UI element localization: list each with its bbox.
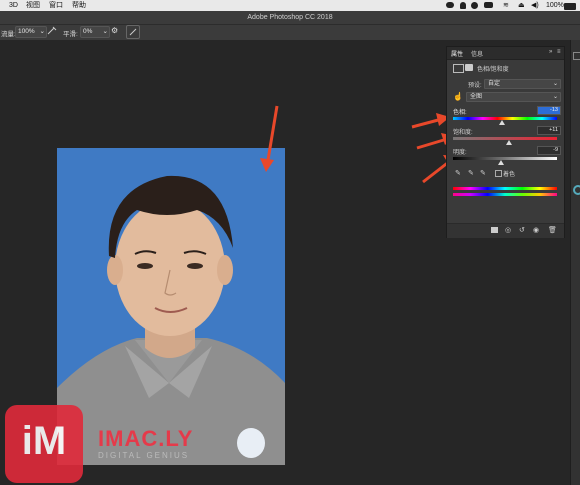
flow-label: 流量: xyxy=(1,31,16,38)
adjustment-layer-icon xyxy=(453,64,464,73)
saturation-label: 饱和度: xyxy=(453,130,473,136)
lightness-slider-thumb[interactable] xyxy=(497,160,504,165)
tab-info[interactable]: 信息 xyxy=(471,49,483,58)
panel-title: 色相/饱和度 xyxy=(477,67,509,73)
annotation-arrow-1 xyxy=(260,105,279,172)
flow-select[interactable]: 100% ⌄ xyxy=(15,26,47,38)
collapse-icon[interactable]: » xyxy=(549,49,552,55)
preset-value: 自定 xyxy=(488,81,501,87)
menu-3d[interactable]: 3D xyxy=(9,0,18,11)
airbrush-icon[interactable] xyxy=(46,26,58,36)
mask-icon[interactable] xyxy=(465,64,473,71)
cloud-icon[interactable] xyxy=(484,2,493,8)
flow-value: 100% xyxy=(18,28,35,35)
imac-logo-icon: iM xyxy=(5,405,83,483)
chevron-down-icon: ⌄ xyxy=(102,28,108,35)
panel-footer: ◎ ↺ ◉ 🗑 xyxy=(447,223,564,238)
color-wheel-icon[interactable] xyxy=(573,185,580,195)
wifi-icon[interactable]: ≋ xyxy=(503,0,509,11)
channel-select[interactable]: 全图 ⌄ xyxy=(466,92,561,102)
hue-value-field[interactable]: -13 xyxy=(537,106,561,115)
menu-window[interactable]: 窗口 xyxy=(49,0,63,11)
watermark-tagline: DIGITAL GENIUS xyxy=(98,451,190,460)
properties-panel: 属性 信息 » ≡ 色相/饱和度 预设: 自定 ⌄ ☝ 全图 ⌄ 色相: -13… xyxy=(446,46,565,238)
wechat-icon[interactable] xyxy=(446,2,454,8)
panel-tabs: 属性 信息 » ≡ xyxy=(447,47,564,60)
app-title-bar: Adobe Photoshop CC 2018 xyxy=(0,11,580,24)
menu-view[interactable]: 视图 xyxy=(26,0,40,11)
hue-slider[interactable] xyxy=(453,117,557,120)
volume-icon[interactable]: ◀) xyxy=(531,0,539,11)
colorize-label: 着色 xyxy=(503,172,516,178)
app-title: Adobe Photoshop CC 2018 xyxy=(247,14,333,21)
preset-label: 预设: xyxy=(468,83,482,89)
battery-icon[interactable] xyxy=(564,3,576,10)
panel-toggle-icon[interactable] xyxy=(573,52,580,60)
logo-text: iM xyxy=(21,419,67,463)
hue-bar-output xyxy=(453,193,557,196)
document-image[interactable] xyxy=(57,148,285,465)
sticker-image xyxy=(237,428,265,458)
panel-menu-icon[interactable]: ≡ xyxy=(557,49,561,55)
lightness-label: 明度: xyxy=(453,150,467,156)
chevron-down-icon: ⌄ xyxy=(552,94,558,100)
saturation-slider[interactable] xyxy=(453,137,557,140)
hue-bar-input xyxy=(453,187,557,190)
watermark: iM xyxy=(0,400,90,485)
status-icon[interactable] xyxy=(471,2,478,9)
colorize-checkbox[interactable] xyxy=(495,170,502,177)
qq-icon[interactable] xyxy=(460,2,466,9)
clip-to-layer-icon[interactable] xyxy=(491,227,498,233)
chevron-down-icon: ⌄ xyxy=(552,81,558,87)
menu-bar: 3D 视图 窗口 帮助 ≋ ⏏ ◀) 100% xyxy=(0,0,580,11)
eject-icon[interactable]: ⏏ xyxy=(518,0,525,11)
eyedropper-plus-icon[interactable]: ✎ xyxy=(468,169,474,177)
menu-help[interactable]: 帮助 xyxy=(72,0,86,11)
visibility-icon[interactable]: ◉ xyxy=(533,226,539,234)
view-previous-icon[interactable]: ◎ xyxy=(505,226,511,234)
preset-select[interactable]: 自定 ⌄ xyxy=(484,79,561,89)
hand-tool-icon[interactable]: ☝ xyxy=(453,92,463,101)
battery-percent: 100% xyxy=(546,2,564,9)
trash-icon[interactable]: 🗑 xyxy=(548,226,557,234)
pressure-icon[interactable] xyxy=(126,25,140,39)
hue-slider-thumb[interactable] xyxy=(498,120,505,125)
options-bar: 流量: 100% ⌄ 平滑: 0% ⌄ ⚙ xyxy=(0,24,580,41)
reset-icon[interactable]: ↺ xyxy=(519,226,525,234)
chevron-down-icon: ⌄ xyxy=(39,28,45,35)
hue-label: 色相: xyxy=(453,110,467,116)
channel-value: 全图 xyxy=(470,94,483,100)
annotation-arrow-2 xyxy=(411,113,450,129)
saturation-slider-thumb[interactable] xyxy=(506,140,513,145)
lightness-value-field[interactable]: -9 xyxy=(537,146,561,155)
smoothing-select[interactable]: 0% ⌄ xyxy=(80,26,110,38)
gear-icon[interactable]: ⚙ xyxy=(111,26,118,35)
eyedropper-icon[interactable]: ✎ xyxy=(455,169,461,177)
right-toolbar xyxy=(570,40,580,485)
portrait-photo xyxy=(57,148,285,465)
watermark-brand: IMAC.LY xyxy=(98,426,194,451)
smoothing-label: 平滑: xyxy=(63,31,78,38)
eyedropper-minus-icon[interactable]: ✎ xyxy=(480,169,486,177)
saturation-value-field[interactable]: +11 xyxy=(537,126,561,135)
smoothing-value: 0% xyxy=(83,28,93,35)
lightness-slider[interactable] xyxy=(453,157,557,160)
tab-properties[interactable]: 属性 xyxy=(451,49,463,58)
